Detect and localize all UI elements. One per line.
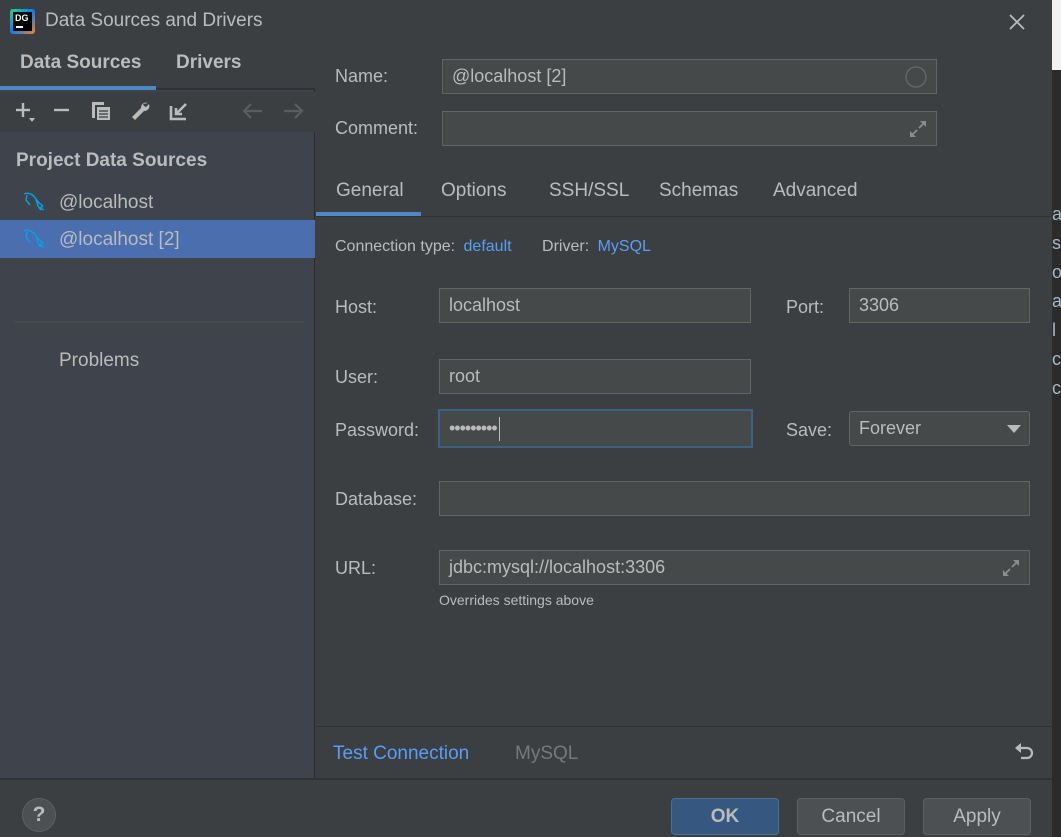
driver-name-label: MySQL [515,743,579,764]
port-label: Port: [786,297,825,317]
data-sources-dialog: DG Data Sources and Drivers Data Sources… [0,0,1052,837]
cancel-button[interactable]: Cancel [797,798,905,835]
sidebar-tabs: Data Sources Drivers [0,42,315,90]
tab-data-sources[interactable]: Data Sources [20,52,141,74]
main-panel: Name: @localhost [2] Comment: General Op… [316,42,1052,778]
user-input[interactable]: root [439,359,751,394]
background-window-text: a s o a l c c [1052,204,1061,398]
host-label: Host: [335,297,378,317]
test-connection-link[interactable]: Test Connection [333,743,469,765]
mysql-dolphin-icon [23,192,45,211]
tab-drivers[interactable]: Drivers [176,52,242,74]
wrench-icon [132,102,150,120]
user-label: User: [335,367,379,387]
apply-button[interactable]: Apply [923,798,1031,835]
active-tab-indicator [0,86,156,90]
tree-item-localhost-2[interactable]: @localhost [2] [0,220,315,258]
host-input[interactable]: localhost [439,288,751,323]
back-button[interactable] [240,98,266,124]
url-input[interactable]: jdbc:mysql://localhost:3306 [439,550,1030,585]
save-value: Forever [859,418,922,438]
host-value: localhost [449,295,521,315]
tab-options[interactable]: Options [441,180,506,202]
comment-label: Comment: [335,118,419,138]
window-title: Data Sources and Drivers [45,10,263,31]
connection-info-row: Connection type: default Driver: MySQL [335,238,655,256]
remove-button[interactable] [49,98,75,124]
save-label: Save: [786,420,833,440]
tab-schemas[interactable]: Schemas [659,180,738,202]
help-button[interactable]: ? [22,798,56,832]
connection-footer: Test Connection MySQL [316,726,1052,778]
remove-icon [54,108,69,112]
tree-item-localhost[interactable]: @localhost [0,183,315,221]
url-label: URL: [335,558,377,578]
sidebar: Data Sources Drivers Project Data Source… [0,42,315,778]
sidebar-toolbar [0,92,315,132]
problems-item[interactable]: Problems [59,350,139,372]
logo-text: DG [15,13,29,23]
forward-button[interactable] [280,98,306,124]
driver-label: Driver: [542,238,590,255]
tree-item-label: @localhost [59,192,154,213]
password-value: ••••••••• [449,418,498,438]
duplicate-button[interactable] [88,98,114,124]
ok-button[interactable]: OK [671,798,779,835]
chevron-down-icon [1007,424,1021,433]
expand-icon[interactable] [908,119,928,139]
import-icon [169,103,187,121]
mysql-dolphin-icon [23,229,45,248]
url-value: jdbc:mysql://localhost:3306 [449,557,666,577]
name-value: @localhost [2] [452,66,567,86]
close-button[interactable] [1003,8,1031,36]
dialog-buttons: ? OK Cancel Apply [0,778,1052,837]
password-label: Password: [335,420,420,440]
close-icon [1009,14,1025,30]
datagrip-logo-icon: DG [10,9,35,34]
connection-type-link[interactable]: default [464,238,512,255]
background-window: a s o a l c c [1052,0,1061,837]
color-circle-icon[interactable] [904,65,928,89]
add-icon [16,103,35,122]
tab-ssh-ssl[interactable]: SSH/SSL [549,180,629,202]
properties-button[interactable] [127,98,153,124]
tree-item-label: @localhost [2] [59,229,180,250]
tab-advanced[interactable]: Advanced [773,180,858,202]
add-button[interactable] [12,98,38,124]
tree-separator [14,321,304,323]
duplicate-icon [92,102,110,120]
driver-link[interactable]: MySQL [598,238,651,255]
database-label: Database: [335,489,418,509]
settings-tabs: General Options SSH/SSL Schemas Advanced [316,174,1052,217]
text-cursor [498,416,500,441]
revert-icon[interactable] [1013,741,1035,763]
title-bar: DG Data Sources and Drivers [0,0,1052,42]
port-input[interactable]: 3306 [849,288,1030,323]
port-value: 3306 [859,295,900,315]
database-input[interactable] [439,481,1030,516]
name-input[interactable]: @localhost [2] [442,59,937,94]
tab-general[interactable]: General [336,180,404,202]
back-arrow-icon [242,103,262,119]
section-title: Project Data Sources [16,150,208,171]
connection-type-label: Connection type: [335,238,456,255]
import-button[interactable] [166,98,192,124]
password-input[interactable]: ••••••••• [438,409,753,448]
url-hint: Overrides settings above [439,592,594,608]
forward-arrow-icon [284,103,304,119]
comment-input[interactable] [442,111,937,146]
expand-icon[interactable] [1001,558,1021,578]
name-label: Name: [335,66,389,86]
user-value: root [449,366,481,386]
save-dropdown[interactable]: Forever [849,411,1030,446]
active-tab-indicator [316,212,421,216]
background-window-header [1052,0,1061,70]
